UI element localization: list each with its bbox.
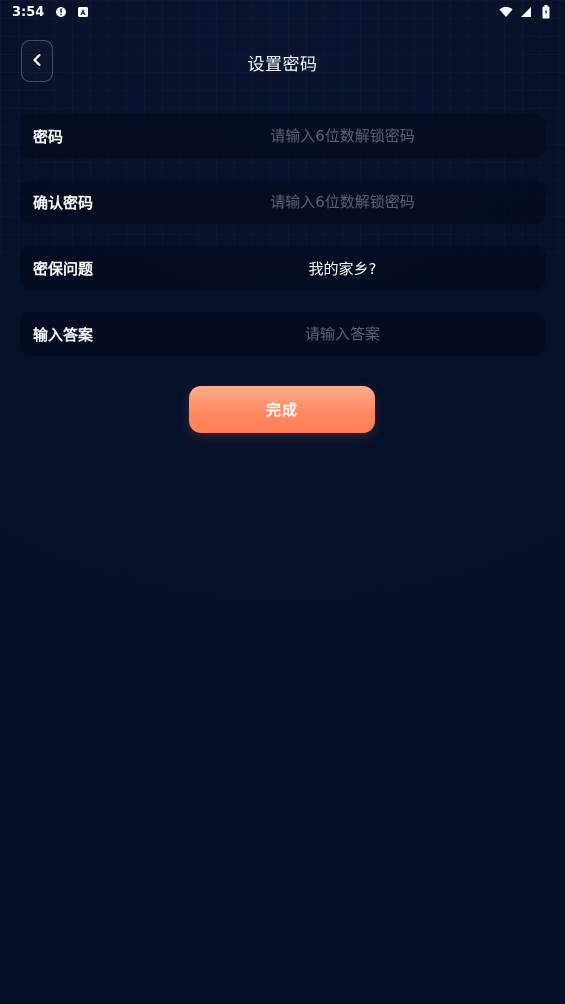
password-input[interactable] [153, 113, 532, 159]
security-question-value[interactable]: 我的家乡? [153, 258, 532, 279]
answer-row: 输入答案 [19, 311, 546, 357]
password-label: 密码 [33, 127, 64, 146]
security-question-label: 密保问题 [33, 259, 94, 278]
status-icons-left [54, 5, 90, 19]
security-question-row[interactable]: 密保问题 我的家乡? [19, 245, 546, 291]
wifi-icon [499, 5, 513, 19]
status-time: 3:54 [12, 4, 45, 20]
answer-label: 输入答案 [33, 325, 94, 344]
alert-icon [54, 5, 68, 19]
status-left: 3:54 [12, 5, 90, 20]
confirm-password-input[interactable] [153, 179, 532, 225]
answer-input[interactable] [153, 311, 532, 357]
password-row: 密码 [19, 113, 546, 159]
header: 设置密码 [0, 40, 565, 84]
status-right [499, 5, 553, 19]
confirm-password-label: 确认密码 [33, 193, 94, 212]
confirm-password-row: 确认密码 [19, 179, 546, 225]
status-bar: 3:54 [0, 0, 565, 24]
password-form: 密码 确认密码 密保问题 我的家乡? 输入答案 [19, 113, 546, 377]
battery-icon [539, 5, 553, 19]
app-a-icon [76, 5, 90, 19]
page-title: 设置密码 [247, 55, 318, 75]
submit-button[interactable]: 完成 [189, 386, 375, 433]
signal-icon [519, 5, 533, 19]
